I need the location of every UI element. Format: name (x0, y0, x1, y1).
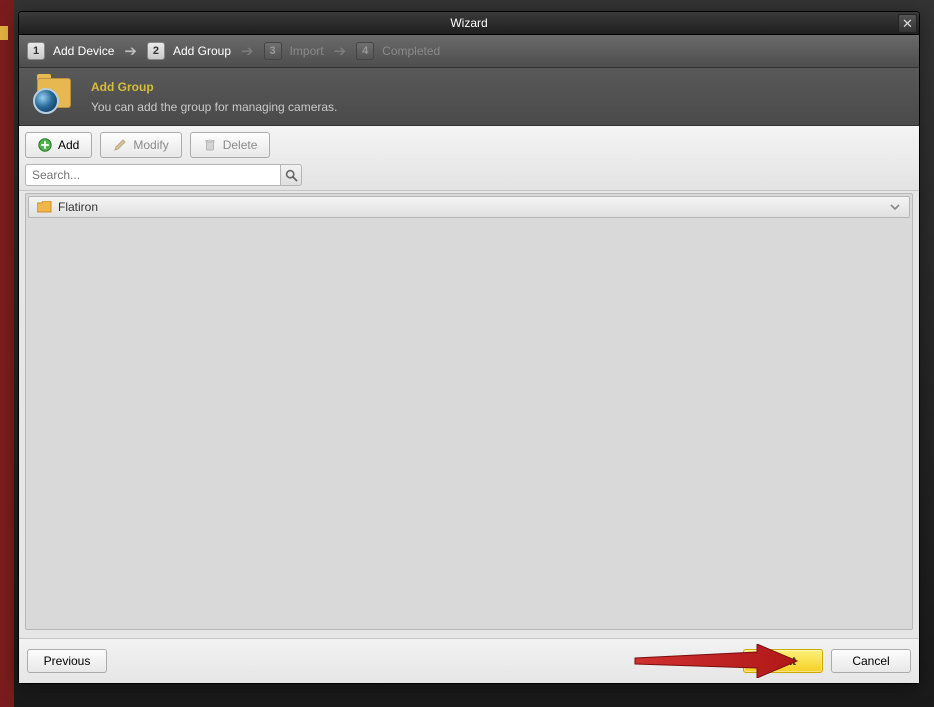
toolbar: Add Modify Delete (19, 126, 919, 191)
add-button-label: Add (58, 138, 79, 152)
magnifier-icon (285, 169, 298, 182)
group-list: Flatiron (25, 193, 913, 630)
arrow-right-icon: ➔ (239, 42, 256, 60)
cancel-button[interactable]: Cancel (831, 649, 911, 673)
step-num-1: 1 (27, 42, 45, 60)
footer: Previous Next Cancel (19, 638, 919, 683)
plus-circle-icon (38, 138, 52, 152)
step-label-completed: Completed (382, 44, 440, 58)
step-num-2: 2 (147, 42, 165, 60)
group-row[interactable]: Flatiron (28, 196, 910, 218)
wizard-dialog: Wizard ✕ 1 Add Device ➔ 2 Add Group ➔ 3 … (18, 11, 920, 684)
close-button[interactable]: ✕ (898, 14, 917, 33)
step-label-import: Import (290, 44, 324, 58)
next-button[interactable]: Next (743, 649, 823, 673)
window-title: Wizard (450, 16, 487, 30)
pencil-icon (113, 138, 127, 152)
info-heading: Add Group (91, 80, 337, 94)
delete-button[interactable]: Delete (190, 132, 271, 158)
modify-button[interactable]: Modify (100, 132, 181, 158)
step-label-add-group: Add Group (173, 44, 231, 58)
folder-icon (37, 201, 52, 213)
arrow-right-icon: ➔ (122, 42, 139, 60)
delete-button-label: Delete (223, 138, 258, 152)
chevron-down-icon[interactable] (889, 201, 901, 213)
info-subtext: You can add the group for managing camer… (91, 100, 337, 114)
arrow-right-icon: ➔ (332, 42, 349, 60)
info-bar: Add Group You can add the group for mana… (19, 68, 919, 126)
close-icon: ✕ (902, 16, 913, 31)
group-name: Flatiron (58, 200, 98, 214)
camera-folder-icon (31, 76, 77, 118)
modify-button-label: Modify (133, 138, 168, 152)
step-num-3: 3 (264, 42, 282, 60)
search (25, 164, 302, 186)
search-button[interactable] (280, 164, 302, 186)
add-button[interactable]: Add (25, 132, 92, 158)
step-num-4: 4 (356, 42, 374, 60)
step-label-add-device: Add Device (53, 44, 114, 58)
trash-icon (203, 138, 217, 152)
titlebar: Wizard ✕ (19, 12, 919, 35)
search-input[interactable] (25, 164, 280, 186)
previous-button[interactable]: Previous (27, 649, 107, 673)
step-bar: 1 Add Device ➔ 2 Add Group ➔ 3 Import ➔ … (19, 35, 919, 68)
